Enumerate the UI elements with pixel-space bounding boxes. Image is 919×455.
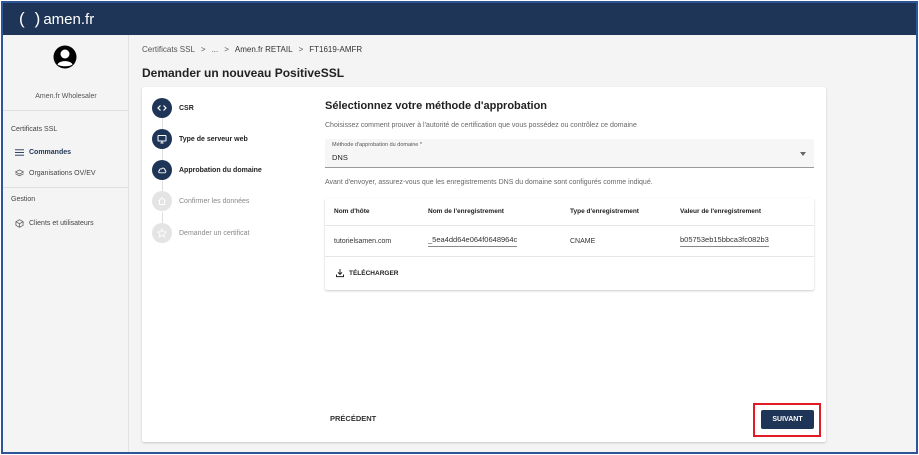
logo-text: amen.fr	[43, 10, 95, 28]
step-badge	[152, 191, 172, 211]
breadcrumb-retail[interactable]: Amen.fr RETAIL	[235, 45, 293, 54]
list-icon	[15, 149, 24, 156]
previous-button[interactable]: PRÉCÉDENT	[330, 414, 376, 423]
step-request-certificate[interactable]: Demander un certificat	[152, 223, 249, 243]
column-header-record-type: Type d'enregistrement	[570, 208, 639, 215]
sidebar-item-clients[interactable]: Clients et utilisateurs	[15, 219, 94, 228]
download-icon	[336, 269, 344, 278]
step-label: Approbation du domaine	[179, 166, 262, 174]
chevron-down-icon[interactable]	[800, 152, 806, 156]
step-label: Confirmer les données	[179, 197, 250, 205]
column-header-record-name: Nom de l'enregistrement	[428, 208, 504, 215]
monitor-icon	[157, 135, 167, 144]
cell-record-type: CNAME	[570, 238, 596, 245]
breadcrumb-separator: >	[224, 45, 229, 54]
dns-note: Avant d'envoyer, assurez-vous que les en…	[325, 179, 653, 186]
step-badge	[152, 160, 172, 180]
step-badge	[152, 129, 172, 149]
approval-method-value: DNS	[332, 153, 348, 162]
record-name-field[interactable]: _5ea4dd64e064f0648964c	[428, 235, 518, 247]
sidebar-item-organizations[interactable]: Organisations OV/EV	[15, 169, 96, 178]
code-icon	[157, 105, 167, 111]
sidebar-item-label: Organisations OV/EV	[29, 170, 96, 177]
approval-description: Choisissez comment prouver à l'autorité …	[325, 122, 637, 129]
step-domain-approval[interactable]: Approbation du domaine	[152, 160, 262, 180]
sidebar-section-management: Gestion	[11, 196, 36, 203]
step-badge	[152, 98, 172, 118]
column-header-host: Nom d'hôte	[334, 208, 370, 215]
home-icon	[158, 197, 166, 205]
account-name: Amen.fr Wholesaler	[35, 93, 97, 100]
table-divider	[325, 225, 814, 226]
table-divider	[325, 256, 814, 257]
step-confirm-data[interactable]: Confirmer les données	[152, 191, 249, 211]
logo-bracket-right: )	[34, 9, 41, 28]
dns-records-table: Nom d'hôte Nom de l'enregistrement Type …	[325, 198, 814, 290]
breadcrumb-ellipsis[interactable]: ...	[212, 45, 219, 54]
breadcrumb-order-id: FT1619-AMFR	[309, 45, 363, 54]
sidebar-item-orders[interactable]: Commandes	[15, 148, 71, 157]
record-value-field[interactable]: b05753eb15bbca3fc082b3	[680, 235, 769, 247]
next-button[interactable]: SUIVANT	[761, 410, 814, 429]
column-header-record-value: Valeur de l'enregistrement	[680, 208, 762, 215]
page-title: Demander un nouveau PositiveSSL	[142, 66, 345, 80]
top-bar: ( ) amen.fr	[3, 3, 916, 35]
sidebar-item-label: Clients et utilisateurs	[29, 220, 94, 227]
layers-icon	[15, 169, 24, 177]
cube-icon	[15, 219, 24, 228]
download-button[interactable]: TÉLÉCHARGER	[335, 268, 398, 278]
step-label: Demander un certificat	[179, 229, 250, 237]
breadcrumb-certificates[interactable]: Certificats SSL	[142, 45, 195, 54]
sidebar-divider	[3, 110, 129, 111]
approval-method-select[interactable]: Méthode d'approbation du domaine * DNS	[325, 139, 814, 168]
cell-host: tutorielsamen.com	[334, 238, 392, 245]
user-avatar-icon[interactable]	[53, 45, 77, 69]
breadcrumb-separator: >	[298, 45, 304, 54]
approval-title: Sélectionnez votre méthode d'approbation	[325, 100, 548, 112]
star-icon	[157, 228, 167, 238]
sidebar-divider	[3, 187, 129, 188]
breadcrumb-separator: >	[200, 45, 206, 54]
amen-logo[interactable]: ( ) amen.fr	[19, 9, 94, 29]
sidebar-section-certificates: Certificats SSL	[11, 126, 58, 133]
sidebar: Amen.fr Wholesaler Certificats SSL Comma…	[3, 35, 129, 452]
screenshot-frame: ( ) amen.fr Amen.fr Wholesaler Certifica…	[1, 1, 918, 454]
logo-bracket-left: (	[19, 9, 25, 28]
wizard-card: CSR Type de serveur web Approbation du d…	[142, 87, 826, 442]
step-label: CSR	[179, 104, 194, 112]
breadcrumb: Certificats SSL > ... > Amen.fr RETAIL >…	[142, 45, 362, 54]
sidebar-item-label: Commandes	[29, 149, 72, 156]
step-server-type[interactable]: Type de serveur web	[152, 129, 248, 149]
step-badge	[152, 223, 172, 243]
cloud-icon	[158, 167, 167, 174]
download-label: TÉLÉCHARGER	[349, 269, 399, 277]
next-button-highlight: SUIVANT	[753, 403, 821, 437]
approval-method-label: Méthode d'approbation du domaine *	[332, 142, 423, 148]
step-csr[interactable]: CSR	[152, 98, 194, 118]
step-label: Type de serveur web	[179, 135, 248, 143]
